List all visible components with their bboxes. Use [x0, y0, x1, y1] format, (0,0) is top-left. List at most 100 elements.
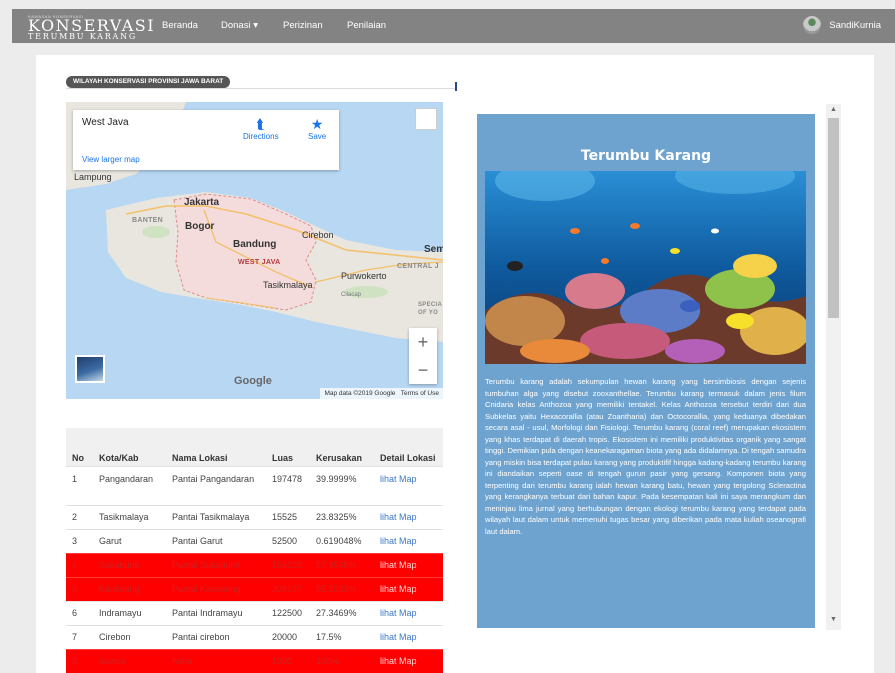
cell-detail: lihat Map — [374, 624, 443, 649]
col-kerusakan: Kerusakan — [310, 428, 374, 466]
cell-detail: lihat Map — [374, 465, 443, 505]
cell-kota: Garut — [93, 528, 166, 553]
cell-luas: 52500 — [266, 528, 310, 553]
avatar — [803, 16, 822, 34]
nav-donasi-dropdown[interactable]: Donasi ▾ — [221, 20, 258, 31]
scrollbar[interactable]: ▲ ▼ — [826, 104, 841, 630]
nav-penilaian[interactable]: Penilaian — [347, 20, 386, 31]
map-place-card: West Java ⮬ Directions ★ Save View large… — [73, 110, 339, 170]
lihat-map-link[interactable]: lihat Map — [380, 474, 417, 484]
coral-reef-image — [485, 171, 806, 364]
map-label-special: SPECIA — [418, 302, 443, 308]
map-label-bandung: Bandung — [233, 239, 277, 250]
map-label-cilacap: Cilacap — [341, 292, 362, 298]
user-menu[interactable]: SandiKurnia — [803, 16, 881, 34]
map-data-credit: Map data ©2019 Google — [324, 390, 396, 397]
lihat-map-link[interactable]: lihat Map — [380, 656, 417, 666]
nav-perizinan[interactable]: Perizinan — [283, 20, 323, 31]
cell-lokasi: Pantai Indramayu — [166, 600, 266, 625]
col-detail: Detail Lokasi — [374, 428, 443, 466]
map-label-semarang: Sem — [424, 244, 443, 255]
brand-logo[interactable]: KAWASAN KONSERVASI KONSERVASI TERUMBU KA… — [28, 15, 155, 41]
cell-kerusakan: 17.5% — [310, 624, 374, 649]
cell-kota: Karawang — [93, 576, 166, 601]
nav-beranda[interactable]: Beranda — [162, 20, 198, 31]
lihat-map-link[interactable]: lihat Map — [380, 536, 417, 546]
directions-label: Directions — [243, 132, 279, 141]
table-row: 2 Tasikmalaya Pantai Tasikmalaya 15525 23.83… — [66, 504, 443, 529]
lihat-map-link[interactable]: lihat Map — [380, 632, 417, 642]
cell-kota: dianus — [93, 648, 166, 673]
lihat-map-link[interactable]: lihat Map — [380, 560, 417, 570]
save-button[interactable]: ★ Save — [308, 116, 326, 141]
map-label-cirebon: Cirebon — [302, 230, 334, 240]
view-larger-map-link[interactable]: View larger map — [82, 155, 140, 164]
cell-lokasi: Pantai Garut — [166, 528, 266, 553]
cell-detail: lihat Map — [374, 600, 443, 625]
lihat-map-link[interactable]: lihat Map — [380, 584, 417, 594]
satellite-toggle[interactable] — [75, 355, 105, 383]
cell-luas: 15525 — [266, 504, 310, 529]
brand-sub-text: TERUMBU KARANG — [28, 32, 138, 41]
map-label-of-yo: OF YO — [418, 310, 439, 316]
cell-detail: lihat Map — [374, 648, 443, 673]
cell-lokasi: Pantai Sukabumi — [166, 552, 266, 577]
map-label-west-java: WEST JAVA — [238, 259, 281, 266]
cell-luas: 1000 — [266, 648, 310, 673]
chevron-down-icon[interactable]: ▼ — [826, 616, 841, 623]
cell-detail: lihat Map — [374, 528, 443, 553]
table-row: 6 Indramayu Pantai Indramayu 122500 27.3469%… — [66, 600, 443, 625]
navbar: KAWASAN KONSERVASI KONSERVASI TERUMBU KA… — [12, 9, 895, 43]
cell-no: 8 — [66, 648, 93, 673]
info-text: Terumbu karang adalah sekumpulan hewan k… — [485, 377, 806, 536]
zoom-out-button[interactable]: − — [409, 356, 437, 384]
terms-of-use-link[interactable]: Terms of Use — [401, 390, 439, 397]
map-label-banten: BANTEN — [132, 217, 163, 224]
table-row: 4 Sukabumi Pantai Sukabumi 156220 57.9548% li… — [66, 552, 443, 577]
lihat-map-link[interactable]: lihat Map — [380, 608, 417, 618]
cell-kerusakan: 39.9999% — [310, 465, 374, 505]
text-cursor-mark — [455, 82, 457, 91]
cell-detail: lihat Map — [374, 576, 443, 601]
brand-main-text: KONSERVASI — [28, 16, 156, 35]
map-label-bogor: Bogor — [185, 221, 215, 232]
map-footer: Map data ©2019 Google Terms of Use — [320, 388, 443, 399]
embedded-map[interactable]: Lampung BANTEN Jakarta Bogor Bandung Cir… — [66, 102, 443, 399]
map-label-central-java: CENTRAL J — [397, 263, 439, 270]
cell-no: 7 — [66, 624, 93, 649]
conservation-table: No Kota/Kab Nama Lokasi Luas Kerusakan D… — [66, 428, 443, 673]
table-row: 5 Karawang Pantai Karawang 209197 55.1033% li… — [66, 576, 443, 601]
cell-detail: lihat Map — [374, 504, 443, 529]
fullscreen-icon[interactable] — [415, 108, 437, 130]
directions-button[interactable]: ⮬ Directions — [243, 116, 279, 141]
star-icon: ★ — [310, 116, 324, 132]
cell-kota: Pangandaran — [93, 465, 166, 505]
cell-kota: Tasikmalaya — [93, 504, 166, 529]
col-kota: Kota/Kab — [93, 428, 166, 466]
cell-lokasi: Pantai Karawang — [166, 576, 266, 601]
info-box: Terumbu Karang Terumbu karang adalah sek… — [477, 114, 815, 628]
cell-kota: Sukabumi — [93, 552, 166, 577]
cell-no: 6 — [66, 600, 93, 625]
section-header: WILAYAH KONSERVASI PROVINSI JAWA BARAT — [66, 75, 456, 89]
cell-no: 5 — [66, 576, 93, 601]
cell-lokasi: Pantai Pangandaran — [166, 465, 266, 505]
scroll-thumb[interactable] — [828, 118, 839, 318]
table-row: 3 Garut Pantai Garut 52500 0.619048% lihat Ma… — [66, 528, 443, 553]
col-luas: Luas — [266, 428, 310, 466]
table-row: 7 Cirebon Pantai cirebon 20000 17.5% lihat Ma… — [66, 624, 443, 649]
cell-kerusakan: 55.1033% — [310, 576, 374, 601]
lihat-map-link[interactable]: lihat Map — [380, 512, 417, 522]
cell-luas: 20000 — [266, 624, 310, 649]
cell-luas: 122500 — [266, 600, 310, 625]
cell-kota: Cirebon — [93, 624, 166, 649]
cell-no: 4 — [66, 552, 93, 577]
cell-no: 2 — [66, 504, 93, 529]
map-place-title: West Java — [82, 117, 129, 128]
cell-lokasi: haha — [166, 648, 266, 673]
zoom-in-button[interactable]: + — [409, 328, 437, 356]
cell-detail: lihat Map — [374, 552, 443, 577]
chevron-up-icon[interactable]: ▲ — [826, 106, 841, 113]
user-name: SandiKurnia — [829, 19, 881, 31]
save-label: Save — [308, 132, 327, 141]
